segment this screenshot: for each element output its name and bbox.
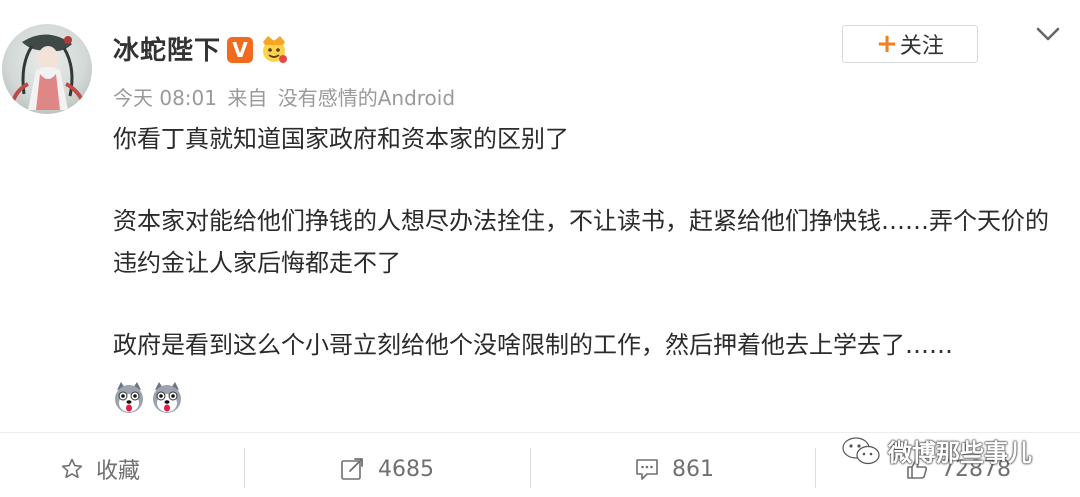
watermark-text: 微博那些事儿	[888, 439, 1032, 467]
comment-button[interactable]: 861	[634, 455, 714, 483]
action-separator	[530, 448, 531, 488]
favorite-button[interactable]: 收藏	[60, 455, 141, 484]
action-separator	[244, 448, 245, 488]
wechat-watermark: 微博那些事儿	[840, 433, 1032, 468]
post-meta: 今天 08:01 来自 没有感情的Android	[113, 82, 459, 111]
repost-count: 4685	[378, 456, 434, 482]
crown-icon	[263, 36, 287, 63]
post-paragraph: 你看丁真就知道国家政府和资本家的区别了	[113, 125, 569, 153]
repost-icon	[341, 458, 363, 480]
repost-button[interactable]: 4685	[340, 455, 434, 483]
emoji-row	[111, 380, 185, 416]
post-source[interactable]: 没有感情的Android	[278, 86, 455, 110]
post-timestamp: 今天 08:01	[113, 86, 217, 110]
verified-badge-icon: V	[227, 37, 253, 63]
husky-emoji-icon	[153, 382, 181, 413]
favorite-label: 收藏	[96, 459, 141, 484]
plus-icon: +	[876, 29, 898, 59]
follow-label: 关注	[899, 34, 944, 59]
follow-button[interactable]: + 关注	[842, 25, 978, 63]
action-separator	[815, 448, 816, 488]
comment-icon	[636, 459, 658, 480]
star-icon	[61, 458, 83, 479]
avatar[interactable]	[2, 24, 92, 114]
author-name[interactable]: 冰蛇陛下	[113, 30, 221, 67]
wechat-icon	[842, 436, 880, 464]
husky-emoji-icon	[115, 382, 143, 413]
chevron-down-icon[interactable]	[1034, 22, 1062, 46]
post-paragraph: 资本家对能给他们挣钱的人想尽办法拴住，不让读书，赶紧给他们挣快钱……弄个天价的违…	[113, 207, 1049, 277]
comment-count: 861	[672, 456, 714, 482]
post-paragraph: 政府是看到这么个小哥立刻给他个没啥限制的工作，然后押着他去上学去了……	[113, 331, 953, 359]
post-source-prefix: 来自	[227, 86, 268, 110]
post-body: 你看丁真就知道国家政府和资本家的区别了 资本家对能给他们挣钱的人想尽办法拴住，不…	[113, 118, 1053, 366]
